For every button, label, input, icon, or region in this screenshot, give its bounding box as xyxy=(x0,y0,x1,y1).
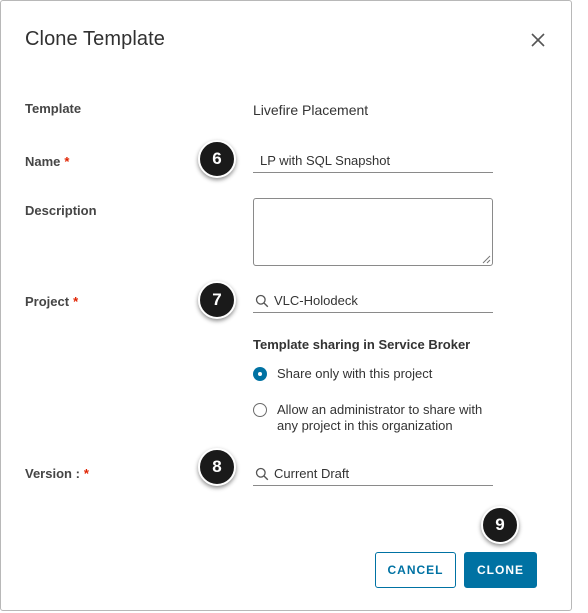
cancel-button[interactable]: CANCEL xyxy=(375,552,456,588)
dialog-title: Clone Template xyxy=(25,28,166,50)
step-badge-9: 9 xyxy=(481,506,519,544)
radio-share-admin[interactable]: Allow an administrator to share with any… xyxy=(253,402,482,434)
template-label: Template xyxy=(25,101,82,116)
name-input[interactable]: LP with SQL Snapshot xyxy=(253,147,493,173)
close-icon[interactable] xyxy=(528,30,548,50)
radio-share-project[interactable]: Share only with this project xyxy=(253,366,432,382)
version-label-text: Version : xyxy=(25,466,80,481)
version-label: Version : * xyxy=(25,466,89,481)
project-value: VLC-Holodeck xyxy=(274,293,358,308)
step-badge-6: 6 xyxy=(198,140,236,178)
search-icon xyxy=(255,467,269,481)
search-icon xyxy=(255,294,269,308)
description-textarea[interactable] xyxy=(253,198,493,266)
template-value: Livefire Placement xyxy=(253,102,369,118)
sharing-heading: Template sharing in Service Broker xyxy=(253,337,471,352)
background-strip xyxy=(572,0,588,613)
description-label: Description xyxy=(25,203,97,218)
name-label: Name * xyxy=(25,154,69,169)
version-value: Current Draft xyxy=(274,466,350,481)
radio-checked-icon[interactable] xyxy=(253,367,267,381)
radio-unchecked-icon[interactable] xyxy=(253,403,267,417)
clone-button[interactable]: CLONE xyxy=(464,552,537,588)
required-marker: * xyxy=(64,154,70,169)
project-label-text: Project xyxy=(25,294,70,309)
name-label-text: Name xyxy=(25,154,61,169)
resize-grip-icon[interactable] xyxy=(482,255,491,264)
project-search-field[interactable]: VLC-Holodeck xyxy=(253,287,493,313)
radio-share-admin-line1: Allow an administrator to share with xyxy=(277,402,483,417)
project-label: Project * xyxy=(25,294,78,309)
step-badge-8: 8 xyxy=(198,448,236,486)
radio-share-project-label: Share only with this project xyxy=(277,366,433,381)
version-search-field[interactable]: Current Draft xyxy=(253,460,493,486)
clone-template-dialog: Clone Template Template Livefire Placeme… xyxy=(0,0,572,611)
radio-share-admin-line2: any project in this organization xyxy=(277,418,453,433)
radio-share-admin-label: Allow an administrator to share with any… xyxy=(277,402,482,434)
required-marker: * xyxy=(83,466,89,481)
required-marker: * xyxy=(73,294,79,309)
step-badge-7: 7 xyxy=(198,281,236,319)
name-input-value: LP with SQL Snapshot xyxy=(260,153,391,168)
